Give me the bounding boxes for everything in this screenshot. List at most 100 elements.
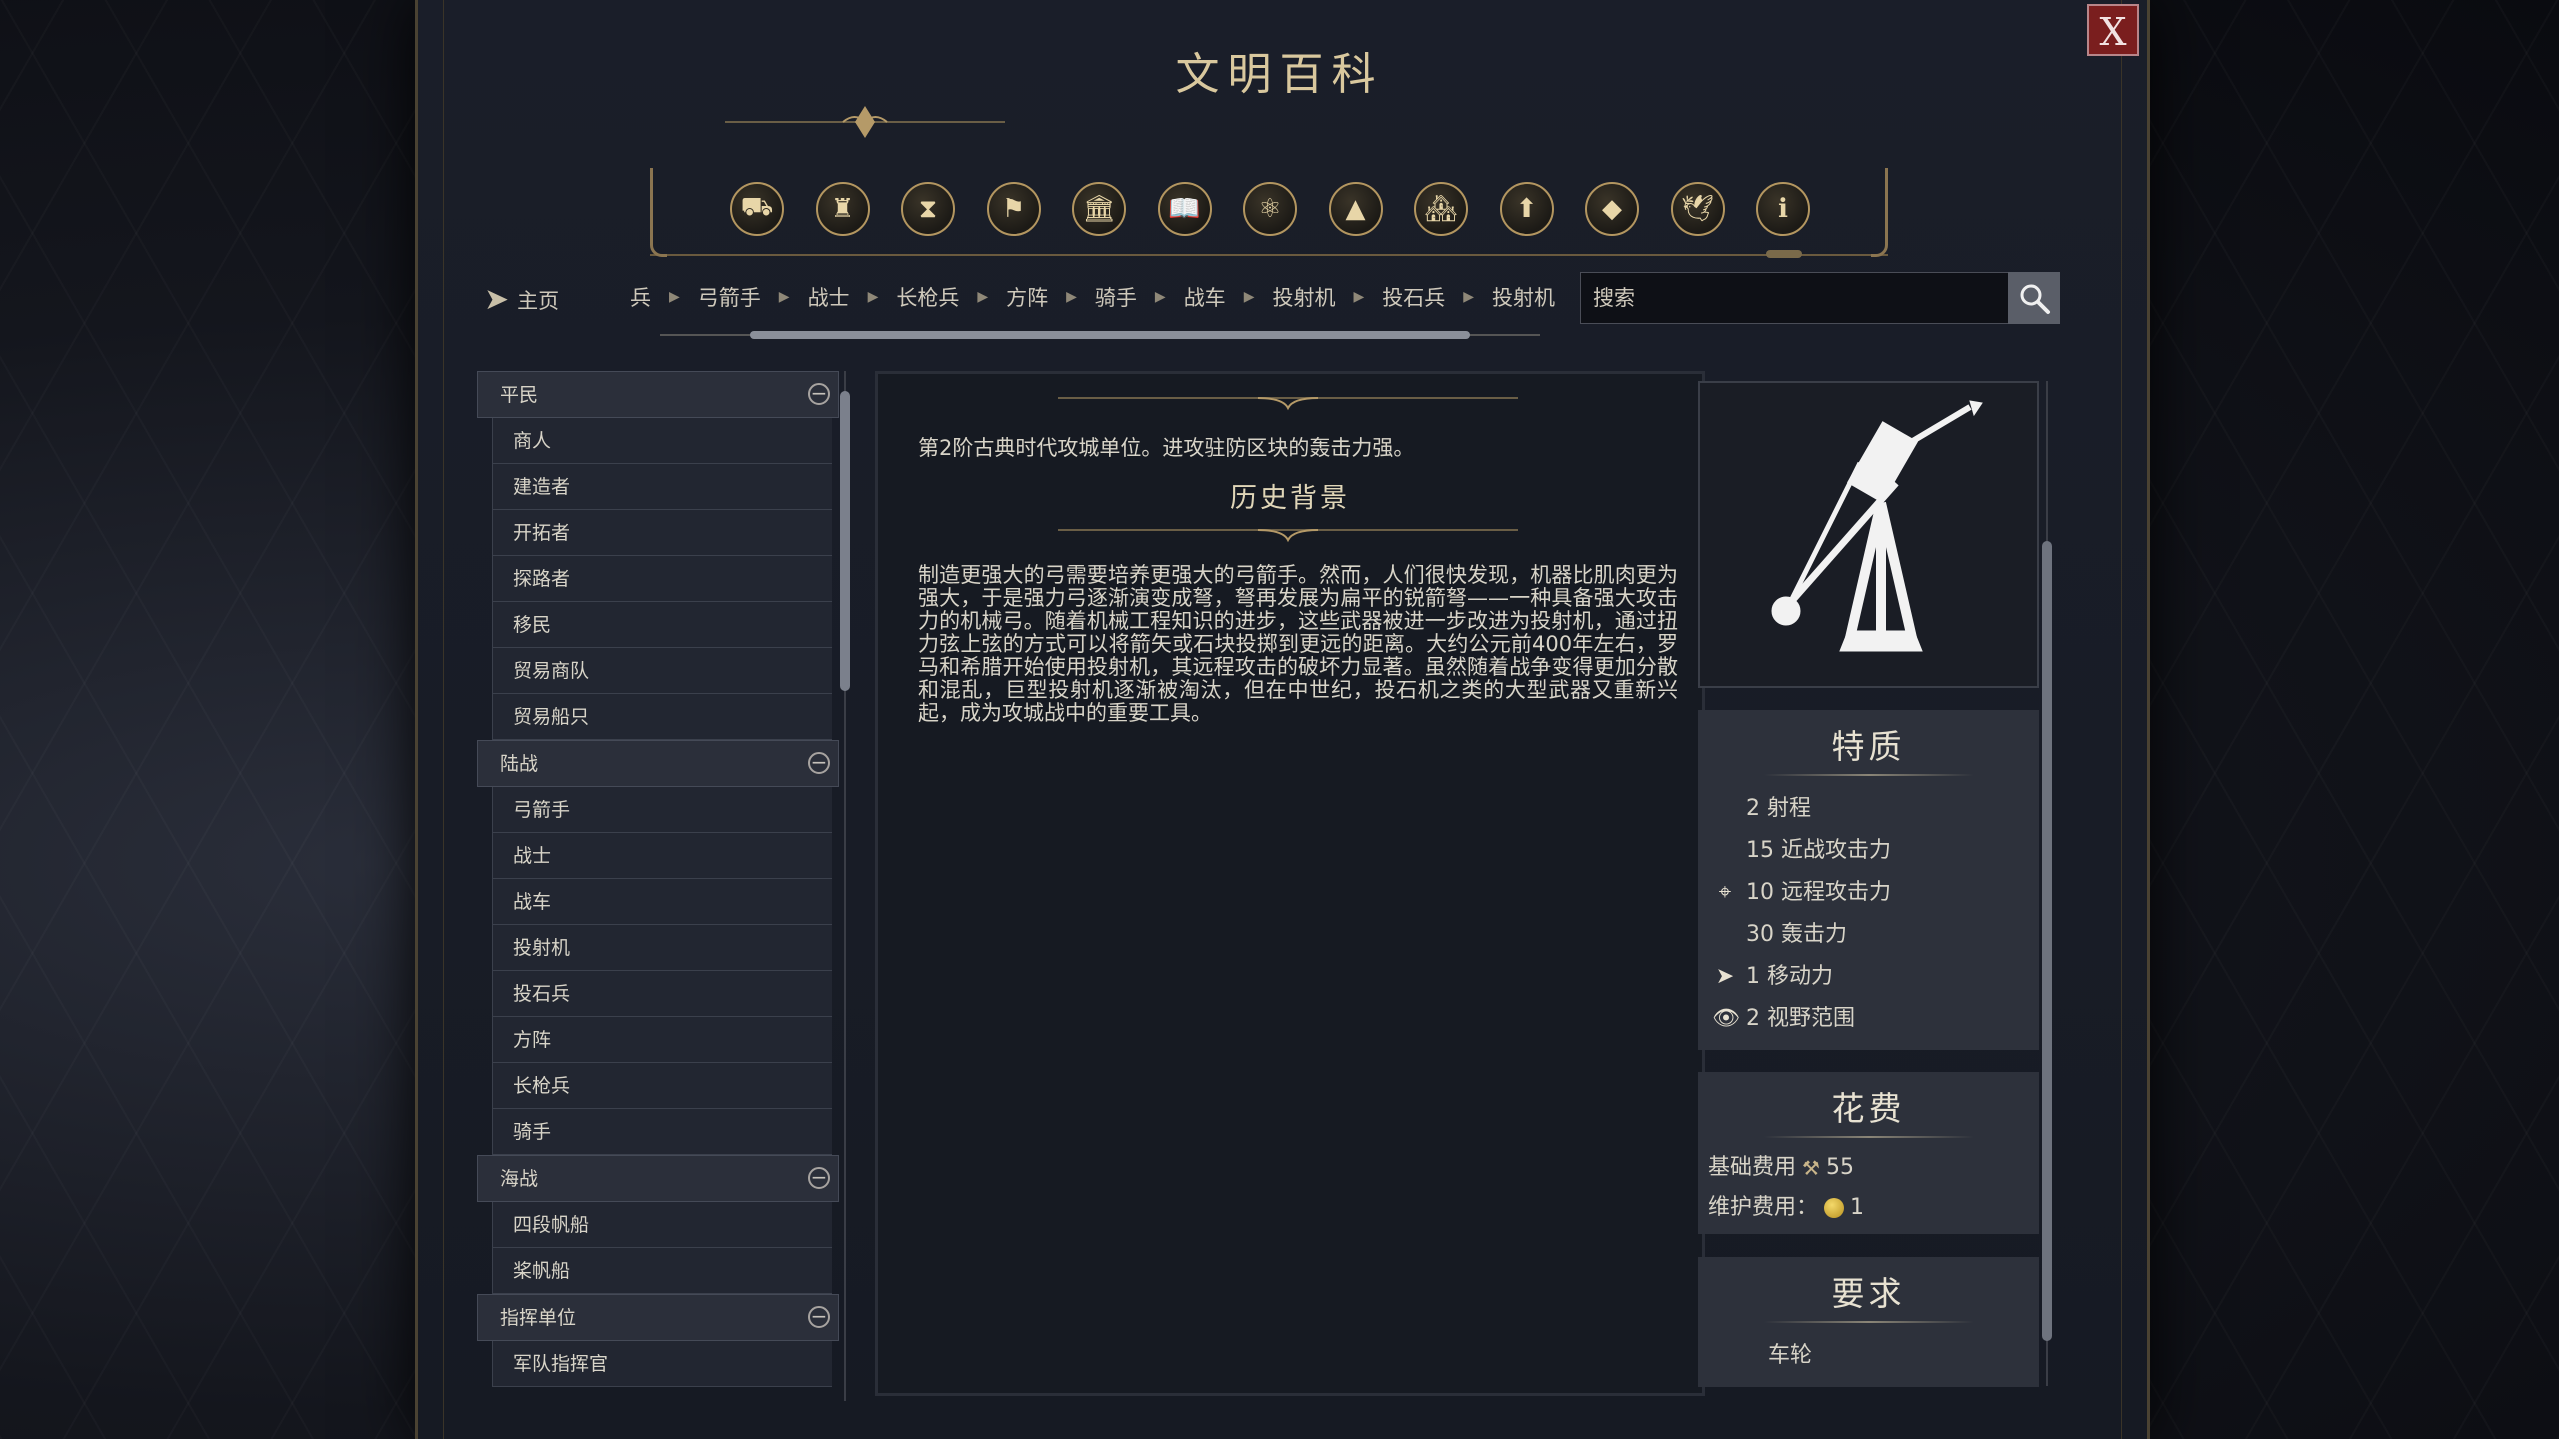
- technology-icon[interactable]: ⚛: [1243, 182, 1297, 236]
- collapse-icon[interactable]: −: [808, 383, 830, 405]
- sidebar-group-header[interactable]: 陆战 −: [477, 740, 839, 787]
- breadcrumb-item[interactable]: 战车: [1184, 282, 1226, 312]
- breadcrumb-item[interactable]: 战士: [808, 282, 850, 312]
- eye-icon: 👁: [1712, 1006, 1740, 1031]
- history-title: 历史背景: [1230, 483, 1350, 514]
- sidebar-list-item[interactable]: 贸易商队: [492, 648, 832, 694]
- sidebar-list-item[interactable]: 贸易船只: [492, 694, 832, 740]
- trait-value: 10: [1746, 880, 1774, 905]
- collapse-icon[interactable]: −: [808, 752, 830, 774]
- breadcrumb-separator-icon: ▶: [1353, 289, 1365, 305]
- breadcrumb-item[interactable]: 骑手: [1095, 282, 1137, 312]
- sidebar-scrollbar[interactable]: [840, 371, 850, 1401]
- religion-icon[interactable]: 📖: [1157, 182, 1212, 236]
- trait-value: 2: [1746, 796, 1760, 821]
- breadcrumb-separator-icon: ▶: [669, 289, 680, 305]
- details-scrollbar[interactable]: [2040, 381, 2054, 1386]
- government-icon[interactable]: 🏛: [1072, 182, 1126, 236]
- sidebar-list-item[interactable]: 长枪兵: [492, 1063, 832, 1109]
- cost-panel: 花费 基础费用 ⚒ 55 维护费用： 1: [1698, 1072, 2039, 1234]
- breadcrumb-item[interactable]: 方阵: [1006, 282, 1048, 312]
- sidebar-group-header[interactable]: 平民 −: [477, 371, 839, 418]
- breadcrumb-scrollbar[interactable]: [660, 330, 1540, 340]
- requirement-item[interactable]: 车轮: [1698, 1337, 2039, 1369]
- trait-row: ⌖ 10 远程攻击力: [1698, 872, 2039, 914]
- sidebar-list-item[interactable]: 建造者: [492, 464, 832, 510]
- breadcrumb-item[interactable]: 弓箭手: [698, 282, 761, 312]
- sidebar-list-item[interactable]: 战车: [492, 879, 832, 925]
- base-cost-label: 基础费用: [1708, 1155, 1797, 1180]
- sidebar-group-label: 指挥单位: [500, 1307, 577, 1329]
- breadcrumb-separator-icon: ▶: [867, 289, 879, 305]
- details-scroll-thumb[interactable]: [2042, 541, 2052, 1341]
- sidebar-group-header[interactable]: 海战 −: [477, 1155, 839, 1202]
- trait-value: 2: [1746, 1006, 1760, 1031]
- breadcrumb-separator-icon: ▶: [977, 289, 989, 305]
- maintenance-cost-label: 维护费用：: [1708, 1195, 1819, 1220]
- search-input[interactable]: [1580, 272, 2060, 324]
- trait-label: 视野范围: [1767, 1006, 1856, 1031]
- base-cost-row: 基础费用 ⚒ 55: [1698, 1148, 2039, 1188]
- sidebar-scroll-thumb[interactable]: [840, 391, 850, 691]
- trait-row: 👁 2 视野范围: [1698, 998, 2039, 1040]
- sidebar-list-item[interactable]: 战士: [492, 833, 832, 879]
- breadcrumb-separator-icon: ▶: [1243, 289, 1255, 305]
- sidebar-list-item[interactable]: 方阵: [492, 1017, 832, 1063]
- sidebar-group-header[interactable]: 指挥单位 −: [477, 1294, 839, 1341]
- top-ornament: [1058, 397, 1518, 411]
- breadcrumb: 兵 ▶ 弓箭手 ▶ 战士 ▶ 长枪兵 ▶ 方阵 ▶ 骑手 ▶ 战车 ▶ 投射机 ▶ 投石兵 ▶ 投射机: [630, 282, 1555, 312]
- sidebar-list-item[interactable]: 开拓者: [492, 510, 832, 556]
- history-icon[interactable]: ⧗: [901, 182, 955, 236]
- ballista-icon: [1771, 400, 1983, 652]
- sidebar-list-item[interactable]: 弓箭手: [492, 787, 832, 833]
- trait-row: 30 轰击力: [1698, 914, 2039, 956]
- sidebar-list-item[interactable]: 四段帆船: [492, 1202, 832, 1248]
- terrain-icon[interactable]: ▲: [1328, 182, 1383, 236]
- breadcrumb-item[interactable]: 长枪兵: [896, 282, 959, 312]
- sidebar-list-item[interactable]: 军队指挥官: [492, 1341, 832, 1387]
- sidebar-list-item[interactable]: 桨帆船: [492, 1248, 832, 1294]
- back-arrow-icon: ➤: [484, 282, 510, 317]
- home-label: 主页: [517, 288, 560, 313]
- home-link[interactable]: ➤ 主页: [484, 282, 559, 317]
- trait-row: 15 近战攻击力: [1698, 830, 2039, 872]
- cost-title: 花费: [1831, 1089, 1906, 1128]
- sidebar-list-item[interactable]: 商人: [492, 418, 832, 464]
- history-text: 制造更强大的弓需要培养更强大的弓箭手。然而，人们很快发现，机器比肌肉更为强大，于…: [918, 563, 1678, 725]
- breadcrumb-item[interactable]: 投石兵: [1382, 282, 1445, 312]
- requirements-panel: 要求 车轮: [1698, 1257, 2039, 1387]
- districts-icon[interactable]: 🏘: [1414, 182, 1468, 236]
- maintenance-cost-row: 维护费用： 1: [1698, 1188, 2039, 1228]
- resources-icon[interactable]: ◆: [1585, 182, 1639, 236]
- breadcrumb-item[interactable]: 兵: [630, 282, 651, 312]
- civilizations-icon[interactable]: ⚑: [986, 182, 1041, 236]
- collapse-icon[interactable]: −: [808, 1306, 830, 1328]
- info-icon[interactable]: ℹ: [1756, 182, 1810, 236]
- breadcrumb-separator-icon: ▶: [1154, 289, 1166, 305]
- breadcrumb-separator-icon: ▶: [1066, 289, 1077, 305]
- close-button[interactable]: X: [2087, 4, 2139, 56]
- sidebar-group-label: 平民: [500, 384, 539, 406]
- trait-label: 近战攻击力: [1781, 838, 1892, 863]
- toolbar-cap-right: [1871, 168, 1888, 257]
- traits-title: 特质: [1831, 727, 1906, 766]
- sidebar-list-item[interactable]: 投石兵: [492, 971, 832, 1017]
- sidebar-list-item[interactable]: 骑手: [492, 1109, 832, 1155]
- collapse-icon[interactable]: −: [808, 1167, 830, 1189]
- sidebar-list-item[interactable]: 探路者: [492, 556, 832, 602]
- improvements-icon[interactable]: ⬆: [1499, 182, 1554, 236]
- breadcrumb-item[interactable]: 投射机: [1272, 282, 1335, 312]
- units-icon[interactable]: ⛟: [730, 182, 784, 236]
- breadcrumb-item[interactable]: 投射机: [1492, 282, 1555, 312]
- movement-icon: ➤: [1715, 964, 1735, 989]
- sidebar-list-item[interactable]: 移民: [492, 602, 832, 648]
- great-people-icon[interactable]: 🕊: [1670, 182, 1725, 236]
- buildings-icon[interactable]: ♜: [815, 182, 870, 236]
- trait-label: 轰击力: [1781, 922, 1848, 947]
- trait-value: 30: [1746, 922, 1774, 947]
- sidebar-list-item[interactable]: 投射机: [492, 925, 832, 971]
- search-button[interactable]: [2008, 272, 2060, 324]
- breadcrumb-separator-icon: ▶: [1463, 289, 1475, 305]
- production-hammer-icon: ⚒: [1802, 1156, 1820, 1180]
- breadcrumb-scroll-thumb[interactable]: [750, 331, 1470, 339]
